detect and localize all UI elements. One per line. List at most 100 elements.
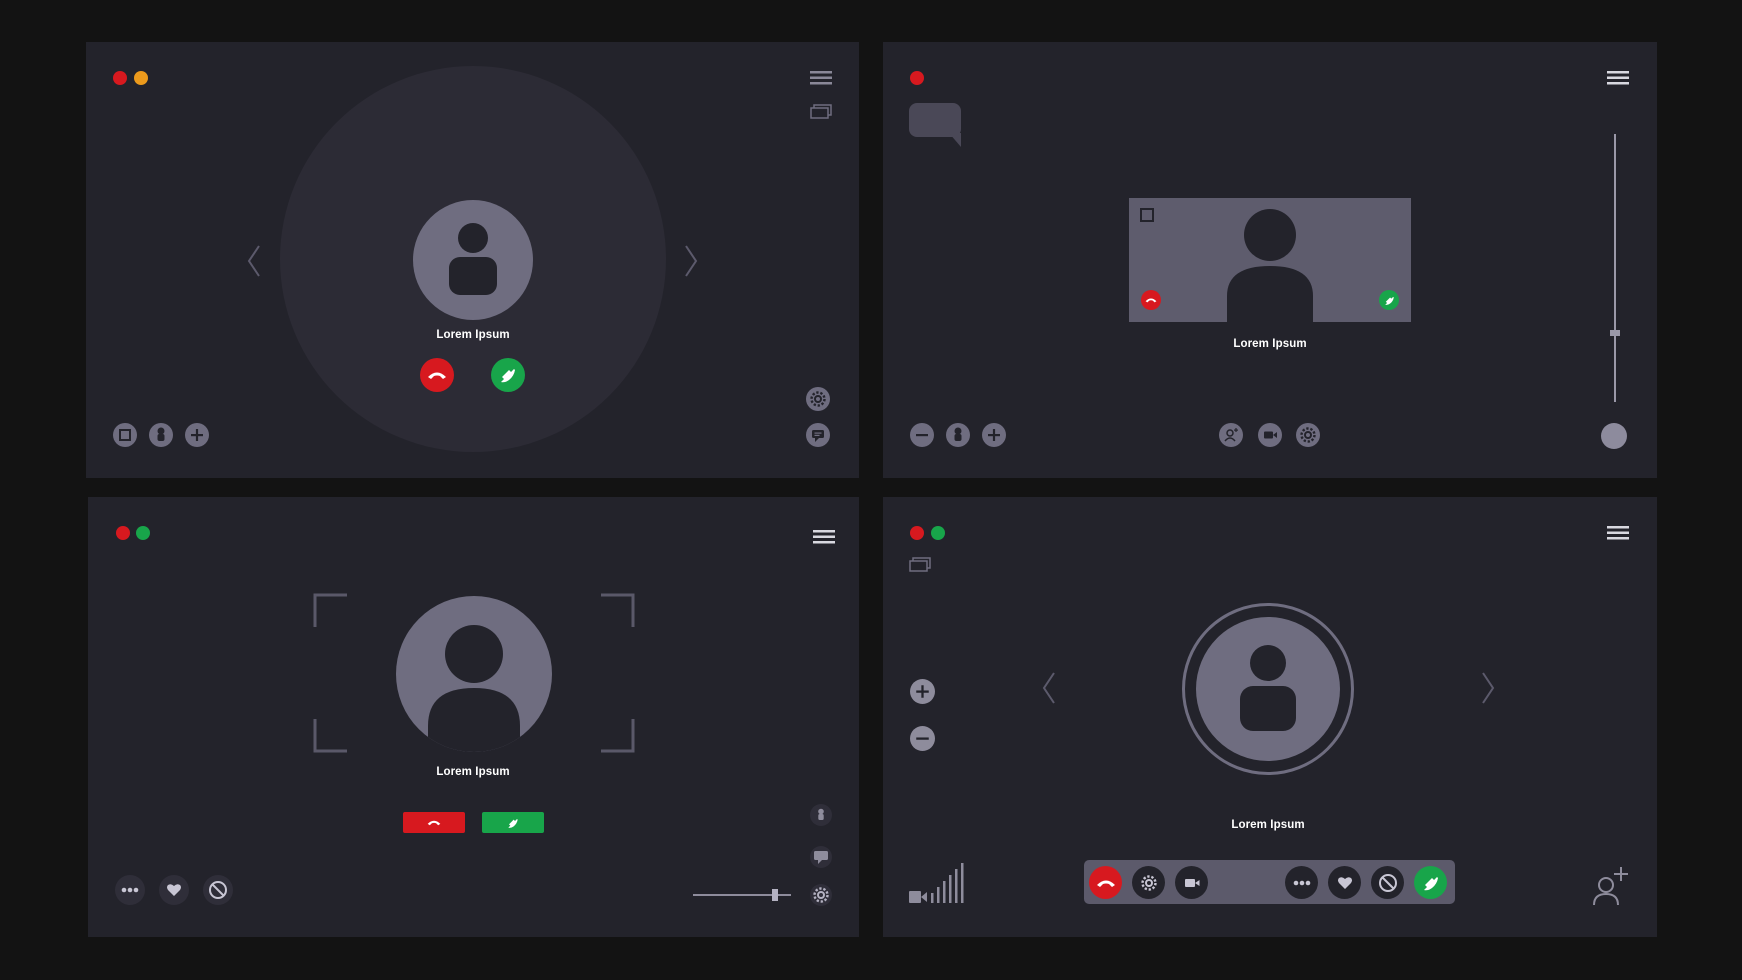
accept-call-button[interactable] <box>1379 290 1399 310</box>
camera-icon <box>1264 431 1277 439</box>
caller-name: Lorem Ipsum <box>436 329 510 341</box>
decline-call-button[interactable] <box>1141 290 1161 310</box>
zoom-out-button[interactable] <box>910 423 934 447</box>
call-window-2: Lorem Ipsum <box>883 42 1657 478</box>
call-window-4: Lorem Ipsum <box>883 497 1657 937</box>
status-toggle[interactable] <box>1601 423 1627 449</box>
menu-icon[interactable] <box>1607 525 1629 541</box>
picture-in-picture-icon[interactable] <box>810 104 832 120</box>
gear-icon <box>1300 427 1316 443</box>
add-button[interactable] <box>982 423 1006 447</box>
plus-icon <box>191 429 203 441</box>
add-user-icon <box>1224 428 1238 442</box>
microphone-icon <box>818 808 824 820</box>
gear-icon <box>1140 874 1157 891</box>
decline-call-button[interactable] <box>403 812 465 833</box>
user-icon <box>1240 645 1296 731</box>
zoom-in-button[interactable] <box>910 679 935 704</box>
user-silhouette-icon <box>1227 209 1313 322</box>
minus-icon <box>916 737 929 740</box>
phone-icon <box>1423 876 1438 890</box>
chat-bubble-icon[interactable] <box>909 103 963 147</box>
phone-icon <box>501 369 515 383</box>
video-button[interactable] <box>1175 866 1208 899</box>
video-button[interactable] <box>1258 423 1282 447</box>
hang-up-icon <box>1096 880 1115 887</box>
settings-button[interactable] <box>810 884 832 906</box>
square-icon[interactable] <box>1140 208 1154 222</box>
more-options-button[interactable] <box>115 875 145 905</box>
window-minimize-dot[interactable] <box>134 71 148 85</box>
microphone-icon <box>157 427 165 441</box>
plus-icon <box>916 685 929 698</box>
settings-button[interactable] <box>1132 866 1165 899</box>
chat-button[interactable] <box>806 423 830 447</box>
window-close-dot[interactable] <box>116 526 130 540</box>
video-preview <box>1129 198 1411 322</box>
window-maximize-dot[interactable] <box>136 526 150 540</box>
chat-icon <box>814 851 828 864</box>
favorite-button[interactable] <box>159 875 189 905</box>
hang-up-icon <box>427 820 441 826</box>
avatar <box>1196 617 1340 761</box>
block-button[interactable] <box>1371 866 1404 899</box>
phone-icon <box>1384 296 1394 305</box>
accept-call-button[interactable] <box>1414 866 1447 899</box>
caller-name: Lorem Ipsum <box>1231 819 1305 831</box>
avatar <box>396 596 552 752</box>
zoom-out-button[interactable] <box>910 726 935 751</box>
decline-call-button[interactable] <box>1089 866 1122 899</box>
more-options-button[interactable] <box>1285 866 1318 899</box>
settings-button[interactable] <box>806 387 830 411</box>
phone-icon <box>508 818 518 828</box>
call-window-1: Lorem Ipsum <box>86 42 859 478</box>
user-icon <box>449 223 497 295</box>
add-user-icon[interactable] <box>1590 867 1630 907</box>
chevron-right-icon[interactable] <box>1480 671 1496 705</box>
gear-icon <box>813 887 829 903</box>
menu-icon[interactable] <box>813 529 835 545</box>
volume-slider[interactable] <box>1614 134 1616 402</box>
signal-strength-icon <box>909 863 964 903</box>
heart-icon <box>167 884 181 896</box>
plus-icon <box>988 429 1000 441</box>
add-participant-button[interactable] <box>1219 423 1243 447</box>
camera-icon <box>1184 878 1199 887</box>
chevron-left-icon[interactable] <box>246 244 262 278</box>
user-silhouette-icon <box>428 625 520 752</box>
favorite-button[interactable] <box>1328 866 1361 899</box>
caller-name: Lorem Ipsum <box>436 766 510 778</box>
stop-button[interactable] <box>113 423 137 447</box>
picture-in-picture-icon[interactable] <box>909 557 931 573</box>
window-maximize-dot[interactable] <box>931 526 945 540</box>
window-close-dot[interactable] <box>910 526 924 540</box>
settings-button[interactable] <box>1296 423 1320 447</box>
chevron-left-icon[interactable] <box>1041 671 1057 705</box>
accept-call-button[interactable] <box>482 812 544 833</box>
chat-button[interactable] <box>810 846 832 868</box>
volume-slider-handle[interactable] <box>1610 330 1620 336</box>
square-icon <box>119 429 131 441</box>
chevron-right-icon[interactable] <box>683 244 699 278</box>
block-icon <box>1378 873 1397 892</box>
mute-button[interactable] <box>946 423 970 447</box>
mute-button[interactable] <box>810 804 832 826</box>
accept-call-button[interactable] <box>491 358 525 392</box>
hang-up-icon <box>428 372 446 379</box>
block-icon <box>209 881 227 899</box>
avatar <box>413 200 533 320</box>
decline-call-button[interactable] <box>420 358 454 392</box>
chat-icon <box>812 430 824 442</box>
add-button[interactable] <box>185 423 209 447</box>
block-button[interactable] <box>203 875 233 905</box>
window-close-dot[interactable] <box>113 71 127 85</box>
minus-icon <box>916 434 928 437</box>
caller-name: Lorem Ipsum <box>1233 338 1307 350</box>
volume-slider-handle[interactable] <box>772 889 778 901</box>
hang-up-icon <box>1145 298 1157 303</box>
menu-icon[interactable] <box>1607 70 1629 86</box>
window-close-dot[interactable] <box>910 71 924 85</box>
heart-icon <box>1337 876 1352 889</box>
menu-icon[interactable] <box>810 70 832 86</box>
mute-button[interactable] <box>149 423 173 447</box>
